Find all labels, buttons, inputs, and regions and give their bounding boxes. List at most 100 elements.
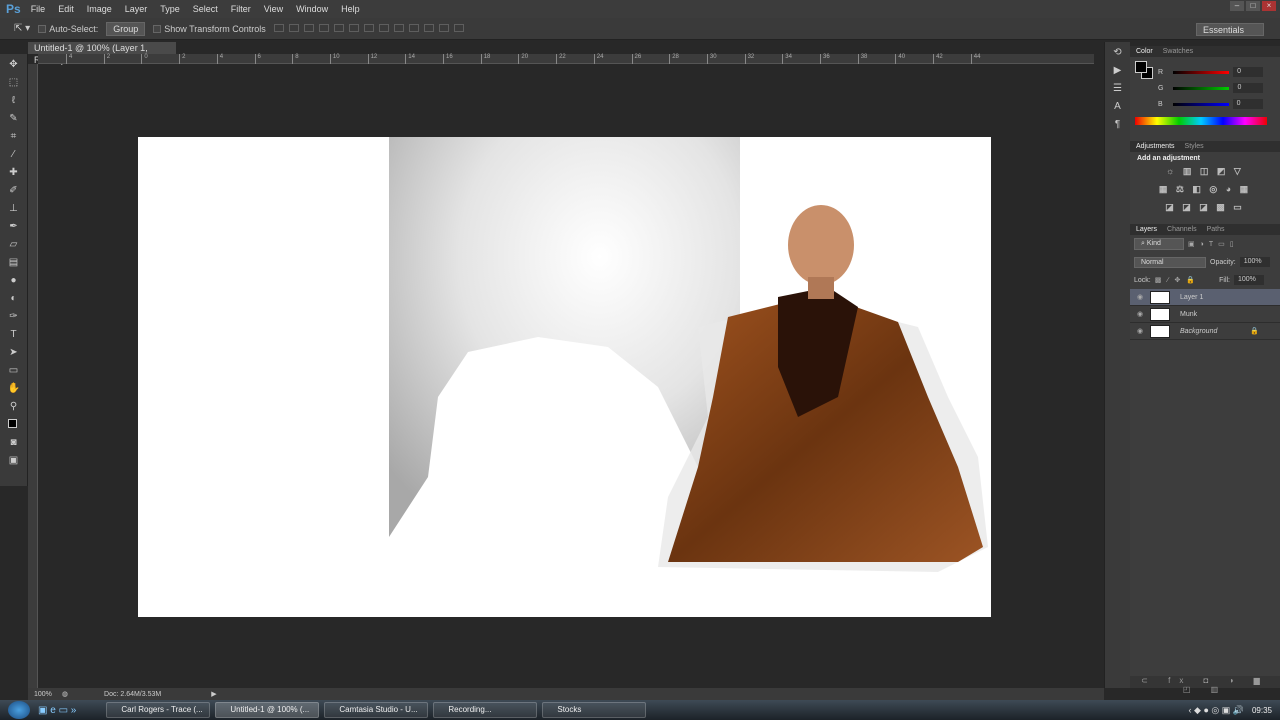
brush-tool-icon[interactable]: ✐ [8, 185, 20, 197]
group-select[interactable]: Group [106, 21, 146, 36]
gradient-tool-icon[interactable]: ▤ [8, 257, 20, 269]
align-buttons[interactable] [273, 23, 469, 34]
actions-icon[interactable]: ▶ [1112, 65, 1124, 77]
document-tab[interactable]: Untitled-1 @ 100% (Layer 1, RGB/8) * × [28, 42, 176, 65]
taskbar-recording[interactable]: Recording... [433, 702, 538, 718]
tab-layers[interactable]: Layers [1136, 224, 1157, 235]
ruler-tick-label: 4 [216, 54, 223, 64]
tab-adjustments[interactable]: Adjustments [1136, 141, 1175, 152]
menu-type[interactable]: Type [160, 4, 180, 14]
properties-icon[interactable]: ☰ [1112, 83, 1124, 95]
fill-input[interactable]: 100% [1234, 275, 1264, 285]
status-icon: ◍ [61, 691, 69, 698]
zoom-tool-icon[interactable]: ⚲ [8, 401, 20, 413]
dodge-tool-icon[interactable]: ◐ [8, 293, 20, 305]
taskbar-stocks[interactable]: Stocks [542, 702, 647, 718]
ruler-tick-label: 0 [141, 54, 148, 64]
photoshop-logo: Ps [6, 2, 21, 16]
workspace-select[interactable]: Essentials [1196, 23, 1264, 36]
taskbar-photoshop[interactable]: Untitled-1 @ 100% (... [215, 702, 320, 718]
b-slider[interactable] [1172, 102, 1229, 106]
g-value[interactable]: 0 [1233, 83, 1264, 93]
filter-icons[interactable]: ▣◑T▭▯ [1188, 240, 1239, 248]
tab-color[interactable]: Color [1136, 46, 1153, 57]
history-brush-icon[interactable]: ✒ [8, 221, 20, 233]
menu-image[interactable]: Image [87, 4, 112, 14]
adjustment-icons[interactable]: ☼ ▥ ◫ ◩ ▽ ▦ ⚖ ◧ ◎ ◕ ▦ ◪ ◪ ◪ ▩ ▭ [1137, 162, 1273, 216]
healing-tool-icon[interactable]: ✚ [8, 167, 20, 179]
maximize-button[interactable]: □ [1246, 1, 1260, 11]
opacity-input[interactable]: 100% [1239, 257, 1270, 267]
blend-mode-select[interactable]: Normal [1134, 256, 1206, 268]
r-value[interactable]: 0 [1233, 67, 1264, 77]
crop-tool-icon[interactable]: ⌗ [8, 131, 20, 143]
hand-tool-icon[interactable]: ✋ [8, 383, 20, 395]
type-tool-icon[interactable]: T [8, 329, 20, 341]
character-icon[interactable]: A [1112, 101, 1124, 113]
quick-select-tool-icon[interactable]: ✎ [8, 113, 20, 125]
taskbar-chrome[interactable]: Carl Rogers - Trace (... [106, 702, 211, 718]
pen-tool-icon[interactable]: ✑ [8, 311, 20, 323]
windows-taskbar: ▣ e ▭ » Carl Rogers - Trace (... Untitle… [0, 700, 1280, 720]
screen-mode-icon[interactable]: ▣ [8, 455, 20, 467]
tray-icons[interactable]: ‹ ◆ ● ◎ ▣ 🔊 [1189, 705, 1244, 716]
visibility-eye-icon[interactable]: ◉ [1130, 293, 1150, 301]
menu-window[interactable]: Window [296, 4, 328, 14]
close-button[interactable]: × [1262, 1, 1276, 11]
quick-mask-icon[interactable]: ◙ [8, 437, 20, 449]
start-button[interactable] [8, 701, 30, 719]
quicklaunch-icons[interactable]: ▣ e ▭ » [38, 705, 76, 716]
taskbar-camtasia[interactable]: Camtasia Studio - U... [324, 702, 429, 718]
stamp-tool-icon[interactable]: ⊥ [8, 203, 20, 215]
r-slider[interactable] [1173, 70, 1230, 74]
clock[interactable]: 09:35 [1252, 706, 1272, 715]
menu-layer[interactable]: Layer [125, 4, 148, 14]
foreground-color[interactable] [1135, 61, 1147, 73]
history-icon[interactable]: ⟲ [1112, 47, 1124, 59]
menu-filter[interactable]: Filter [231, 4, 251, 14]
lock-icons[interactable]: ▩∕✥🔒 [1155, 276, 1201, 284]
transform-controls-checkbox[interactable]: Show Transform Controls [153, 24, 266, 34]
tab-paths[interactable]: Paths [1207, 224, 1225, 235]
paragraph-icon[interactable]: ¶ [1112, 119, 1124, 131]
path-select-icon[interactable]: ➤ [8, 347, 20, 359]
ruler-tick-label: 38 [857, 54, 867, 64]
eraser-tool-icon[interactable]: ▱ [8, 239, 20, 251]
menu-edit[interactable]: Edit [58, 4, 74, 14]
zoom-level[interactable]: 100% [34, 691, 52, 698]
layer-row-background[interactable]: ◉ Background 🔒 [1130, 323, 1280, 340]
menu-select[interactable]: Select [193, 4, 218, 14]
auto-select-checkbox[interactable]: Auto-Select: [38, 24, 98, 34]
shape-tool-icon[interactable]: ▭ [8, 365, 20, 377]
tab-swatches[interactable]: Swatches [1163, 46, 1193, 57]
menu-view[interactable]: View [264, 4, 283, 14]
layer-name: Background [1180, 327, 1218, 335]
menu-file[interactable]: File [31, 4, 46, 14]
layer-row-layer1[interactable]: ◉ Layer 1 [1130, 289, 1280, 306]
toolbox: ✥ ⬚ ℓ ✎ ⌗ ⁄ ✚ ✐ ⊥ ✒ ▱ ▤ ● ◐ ✑ T ➤ ▭ ✋ ⚲ … [0, 54, 28, 486]
tab-styles[interactable]: Styles [1185, 141, 1204, 152]
visibility-eye-icon[interactable]: ◉ [1130, 327, 1150, 335]
b-value[interactable]: 0 [1232, 99, 1263, 109]
layer-row-munk[interactable]: ◉ Munk [1130, 306, 1280, 323]
g-slider[interactable] [1173, 86, 1230, 90]
document-canvas[interactable] [138, 137, 991, 617]
marquee-tool-icon[interactable]: ⬚ [8, 77, 20, 89]
tab-channels[interactable]: Channels [1167, 224, 1197, 235]
color-swatches-icon[interactable] [7, 419, 20, 431]
auto-select-label: Auto-Select: [49, 23, 99, 34]
move-tool-icon[interactable]: ✥ [8, 59, 20, 71]
color-spectrum[interactable] [1135, 117, 1267, 125]
kind-filter[interactable]: ⌕ Kind [1134, 238, 1184, 250]
blur-tool-icon[interactable]: ● [8, 275, 20, 287]
layers-footer-buttons[interactable]: ⊂ fx ◘ ◑ ▆ ◰ ▥ [1130, 676, 1280, 694]
eyedropper-tool-icon[interactable]: ⁄ [8, 149, 20, 161]
minimize-button[interactable]: – [1230, 1, 1244, 11]
monk-image [389, 137, 988, 615]
ruler-tick-label: 42 [933, 54, 943, 64]
menu-help[interactable]: Help [341, 4, 360, 14]
status-menu-arrow[interactable]: ▶ [211, 690, 216, 698]
move-tool-icon[interactable]: ⇱ ▾ [14, 23, 30, 34]
visibility-eye-icon[interactable]: ◉ [1130, 310, 1150, 318]
lasso-tool-icon[interactable]: ℓ [8, 95, 20, 107]
